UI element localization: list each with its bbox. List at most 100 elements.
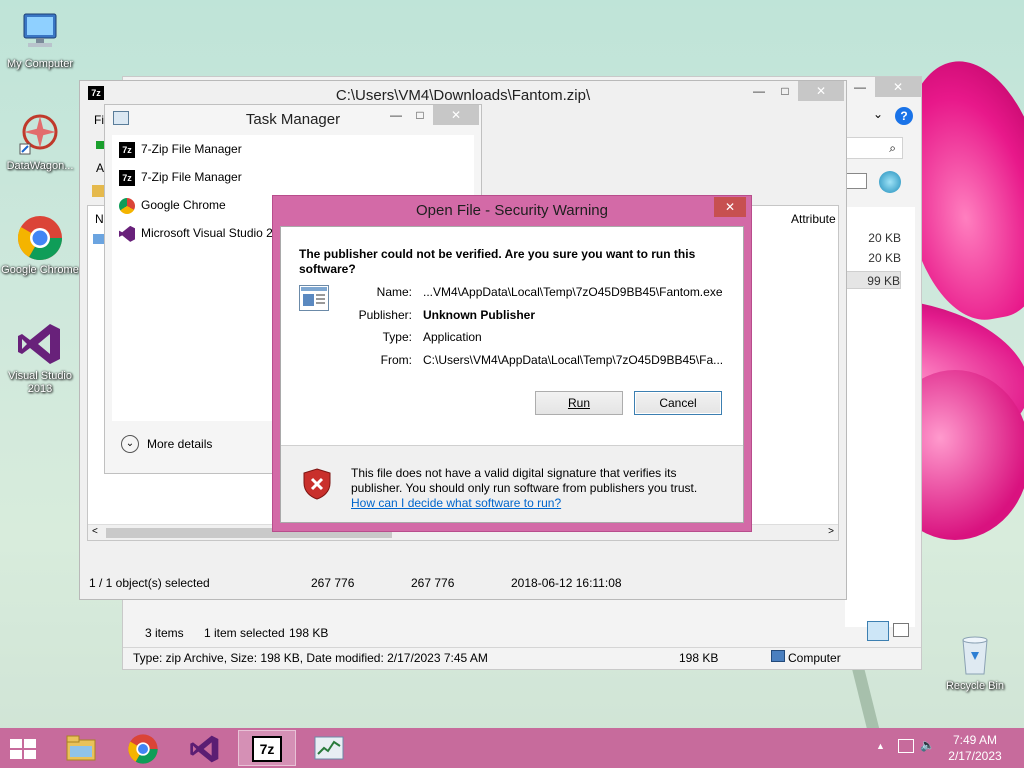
chevron-down-icon[interactable]: ⌄ [121, 435, 139, 453]
search-input[interactable]: ⌕ [845, 137, 903, 159]
cancel-button[interactable]: Cancel [634, 391, 722, 415]
taskbar: 7z ▲ 🔈 7:49 AM 2/17/2023 [0, 728, 1024, 768]
recycle-bin-icon [962, 636, 988, 675]
desktop-icon-chrome[interactable]: Google Chrome [0, 214, 80, 277]
status-modified: 2018-06-12 16:11:08 [511, 576, 622, 590]
list-item[interactable]: Google Chrome [119, 195, 226, 215]
from-value: C:\Users\VM4\AppData\Local\Temp\7zO45D9B… [423, 353, 724, 367]
list-item[interactable]: 7z 7-Zip File Manager [119, 167, 242, 187]
taskbar-task-manager[interactable] [300, 730, 358, 766]
publisher-label: Publisher: [358, 308, 412, 322]
status-selected: 1 / 1 object(s) selected [89, 576, 210, 590]
column-attributes[interactable]: Attribute [791, 212, 836, 226]
desktop-icon-my-computer[interactable]: My Computer [0, 8, 80, 71]
type-value: Application [423, 330, 482, 344]
chrome-icon [119, 197, 135, 214]
details-text: Type: zip Archive, Size: 198 KB, Date mo… [133, 651, 488, 665]
app-label: Google Chrome [141, 198, 226, 212]
details-view-icon[interactable] [867, 621, 889, 641]
status-packed: 267 776 [411, 576, 455, 590]
search-icon: ⌕ [889, 141, 896, 155]
file-size: 99 KB [845, 271, 901, 289]
desktop-icon-label: Google Chrome [1, 264, 79, 276]
explorer-status-bar: 3 items 1 item selected 198 KB [123, 617, 921, 647]
visual-studio-icon [18, 324, 60, 364]
run-button[interactable]: Run [535, 391, 623, 415]
file-size: 20 KB [868, 251, 901, 265]
security-warning-dialog[interactable]: Open File - Security Warning ✕ The publi… [272, 195, 752, 532]
chrome-icon [17, 216, 62, 260]
name-value: ...VM4\AppData\Local\Temp\7zO45D9BB45\Fa… [423, 285, 723, 299]
show-hidden-icons[interactable]: ▲ [876, 741, 885, 751]
view-icon[interactable] [845, 173, 867, 189]
desktop-icon-datawagon[interactable]: DataWagon... [0, 110, 80, 173]
run-label: Run [567, 396, 590, 410]
scroll-right-icon[interactable]: > [828, 526, 834, 537]
app-label: 7-Zip File Manager [141, 170, 242, 184]
large-icons-view-icon[interactable] [893, 623, 909, 637]
close-button[interactable]: ✕ [875, 77, 921, 97]
app-label: 7-Zip File Manager [141, 142, 242, 156]
toolbar-label: A [96, 161, 105, 175]
taskbar-chrome[interactable] [114, 730, 172, 766]
help-link[interactable]: How can I decide what software to run? [351, 496, 561, 510]
close-button[interactable]: ✕ [714, 197, 746, 217]
dialog-body: The publisher could not be verified. Are… [280, 226, 744, 523]
window-title: C:\Users\VM4\Downloads\Fantom.zip\ [335, 87, 591, 104]
file-explorer-icon [66, 735, 96, 761]
app-label: Microsoft Visual Studio 2 [141, 226, 273, 240]
maximize-button[interactable]: □ [770, 81, 800, 101]
desktop-icon-visual-studio[interactable]: Visual Studio 2013 [0, 320, 80, 396]
taskbar-7zip[interactable]: 7z [238, 730, 296, 766]
start-button[interactable] [8, 737, 38, 761]
visual-studio-icon [190, 735, 219, 763]
desktop-icon-label: DataWagon... [6, 160, 74, 172]
column-name[interactable]: N [95, 212, 104, 226]
maximize-button[interactable]: □ [405, 105, 435, 125]
file-list-pane: 20 KB 20 KB 99 KB [845, 207, 915, 627]
7zip-icon: 7z [119, 169, 135, 186]
more-details-link[interactable]: More details [147, 437, 212, 451]
list-item[interactable]: Microsoft Visual Studio 2 [119, 223, 273, 243]
visual-studio-icon [119, 225, 135, 242]
list-item[interactable]: 7z 7-Zip File Manager [119, 139, 242, 159]
datawagon-icon [19, 114, 58, 155]
volume-icon[interactable]: 🔈 [920, 738, 935, 752]
from-label: From: [380, 353, 412, 367]
7zip-icon: 7z [119, 141, 135, 158]
warning-text: This file does not have a valid digital … [351, 466, 698, 495]
name-label: Name: [376, 285, 412, 299]
clock-time[interactable]: 7:49 AM [940, 733, 1010, 747]
desktop-icon-label: Recycle Bin [945, 680, 1005, 692]
publisher-value: Unknown Publisher [423, 308, 536, 322]
cancel-label: Cancel [659, 396, 697, 410]
task-manager-icon [314, 736, 344, 760]
taskbar-file-explorer[interactable] [52, 730, 110, 766]
titlebar[interactable]: Task Manager — □ ✕ [105, 105, 481, 133]
details-bar: Type: zip Archive, Size: 198 KB, Date mo… [123, 647, 921, 669]
computer-icon [771, 650, 785, 662]
shield-error-icon [303, 468, 331, 500]
warning-footer: This file does not have a valid digital … [281, 445, 743, 522]
chevron-down-icon[interactable]: ⌄ [873, 107, 883, 121]
details-size: 198 KB [679, 651, 719, 665]
status-bar: 1 / 1 object(s) selected 267 776 267 776… [80, 569, 846, 599]
help-icon[interactable]: ? [895, 107, 913, 125]
add-icon[interactable] [96, 141, 104, 149]
globe-icon[interactable] [879, 171, 901, 193]
close-button[interactable]: ✕ [433, 105, 479, 125]
7zip-icon: 7z [252, 736, 282, 762]
scroll-left-icon[interactable]: < [92, 526, 98, 537]
minimize-button[interactable]: — [845, 77, 875, 97]
file-size: 20 KB [868, 231, 901, 245]
titlebar[interactable]: Open File - Security Warning ✕ [273, 196, 751, 224]
chrome-icon [128, 734, 158, 764]
clock-date[interactable]: 2/17/2023 [940, 749, 1010, 763]
desktop-icon-label: Visual Studio 2013 [7, 370, 72, 395]
warning-question: The publisher could not be verified. Are… [299, 247, 696, 276]
taskbar-visual-studio[interactable] [176, 730, 234, 766]
close-button[interactable]: ✕ [798, 81, 844, 101]
status-size: 267 776 [311, 576, 355, 590]
network-icon[interactable] [898, 739, 914, 753]
desktop-icon-recycle-bin[interactable]: Recycle Bin [935, 630, 1015, 693]
